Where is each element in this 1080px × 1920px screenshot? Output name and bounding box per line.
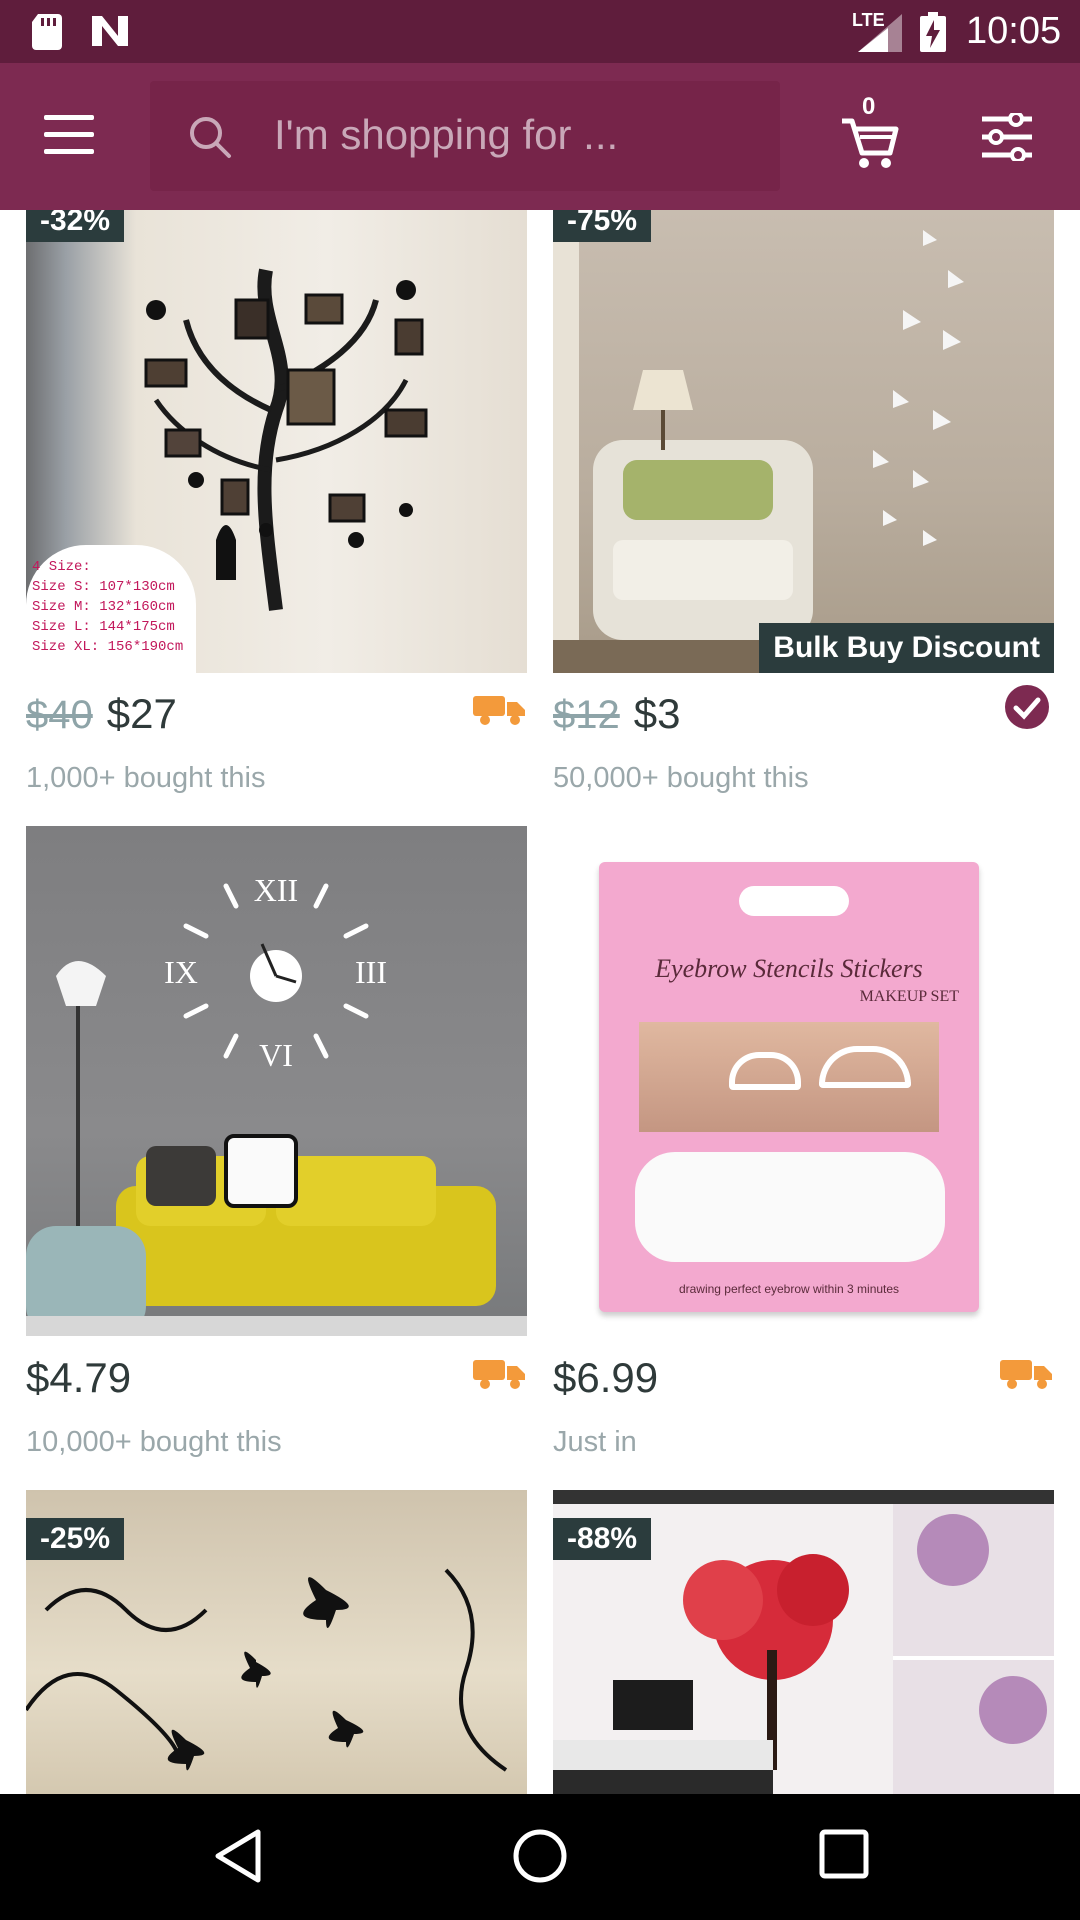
battery-charging-icon [920, 12, 946, 52]
price-row: $6.99 [553, 1354, 1054, 1414]
kit-caption: drawing perfect eyebrow within 3 minutes [678, 1282, 900, 1296]
home-button[interactable] [512, 1828, 568, 1884]
discount-badge: -32% [26, 210, 125, 242]
price-row: $40 $27 [26, 690, 527, 750]
n-logo-icon [92, 16, 128, 46]
sd-card-icon [32, 14, 62, 50]
menu-icon-line [44, 115, 94, 120]
back-button[interactable] [212, 1828, 264, 1884]
discount-badge: -25% [26, 1518, 125, 1560]
cart-count: 0 [862, 93, 876, 120]
eyebrow-kit-box: Eyebrow Stencils Stickers MAKEUP SET dra… [599, 862, 979, 1312]
truck-icon [473, 696, 525, 725]
truck-icon [1000, 1360, 1052, 1389]
recents-button[interactable] [818, 1828, 870, 1880]
check-circle-icon [1005, 685, 1049, 729]
price: $3 [633, 690, 681, 737]
truck-icon [473, 1360, 525, 1389]
product-image[interactable]: Bulk Buy Discount [553, 210, 1054, 673]
search-input[interactable]: I'm shopping for ... [274, 111, 618, 159]
menu-icon-line [44, 132, 94, 137]
price: $27 [106, 690, 177, 737]
product-grid: 4 Size: Size S: 107*130cm Size M: 132*16… [0, 210, 1080, 1794]
price: $6.99 [553, 1354, 659, 1401]
discount-badge: -75% [553, 210, 652, 242]
old-price: $12 [553, 693, 620, 737]
hang-hole [739, 886, 849, 916]
armchair-illustration [553, 210, 1054, 673]
svg-text:IX: IX [164, 954, 198, 990]
product-image[interactable]: 4 Size: Size S: 107*130cm Size M: 132*16… [26, 210, 527, 673]
status-bar: LTE 10:05 [0, 0, 1080, 63]
size-chart: 4 Size: Size S: 107*130cm Size M: 132*16… [26, 545, 196, 673]
stencil-window [635, 1152, 945, 1262]
old-price: $40 [26, 693, 93, 737]
sold-count: Just in [553, 1426, 637, 1458]
clock-illustration: XII IX III VI [26, 872, 527, 1336]
stencil-right [819, 1046, 911, 1088]
signal-icon [858, 14, 902, 52]
svg-text:XII: XII [254, 872, 298, 908]
kit-title: Eyebrow Stencils Stickers [655, 954, 923, 983]
app-bar: I'm shopping for ... 0 [0, 63, 1080, 210]
sold-count: 50,000+ bought this [553, 762, 809, 794]
search-icon [190, 117, 231, 158]
sold-count: 1,000+ bought this [26, 762, 266, 794]
stencil-left [729, 1052, 801, 1090]
price-row: $4.79 [26, 1354, 527, 1414]
cart-button[interactable]: 0 [840, 93, 900, 171]
price: $4.79 [26, 1354, 132, 1401]
price-row: $12 $3 [553, 685, 1054, 750]
navigation-bar [0, 1794, 1080, 1920]
menu-button[interactable] [44, 115, 100, 159]
status-time: 10:05 [966, 10, 1062, 52]
kit-subtitle: MAKEUP SET [859, 988, 959, 1005]
menu-icon-line [44, 149, 94, 154]
discount-badge: -88% [553, 1518, 652, 1560]
product-image[interactable]: XII IX III VI [26, 826, 527, 1336]
svg-text:III: III [355, 954, 387, 990]
sold-count: 10,000+ bought this [26, 1426, 282, 1458]
product-image[interactable]: Eyebrow Stencils Stickers MAKEUP SET dra… [553, 826, 1054, 1336]
search-bar[interactable]: I'm shopping for ... [150, 81, 780, 191]
svg-text:VI: VI [259, 1037, 293, 1073]
bulk-discount-tag: Bulk Buy Discount [759, 623, 1054, 673]
eye-photo [639, 1022, 939, 1132]
filter-icon[interactable] [980, 113, 1034, 161]
